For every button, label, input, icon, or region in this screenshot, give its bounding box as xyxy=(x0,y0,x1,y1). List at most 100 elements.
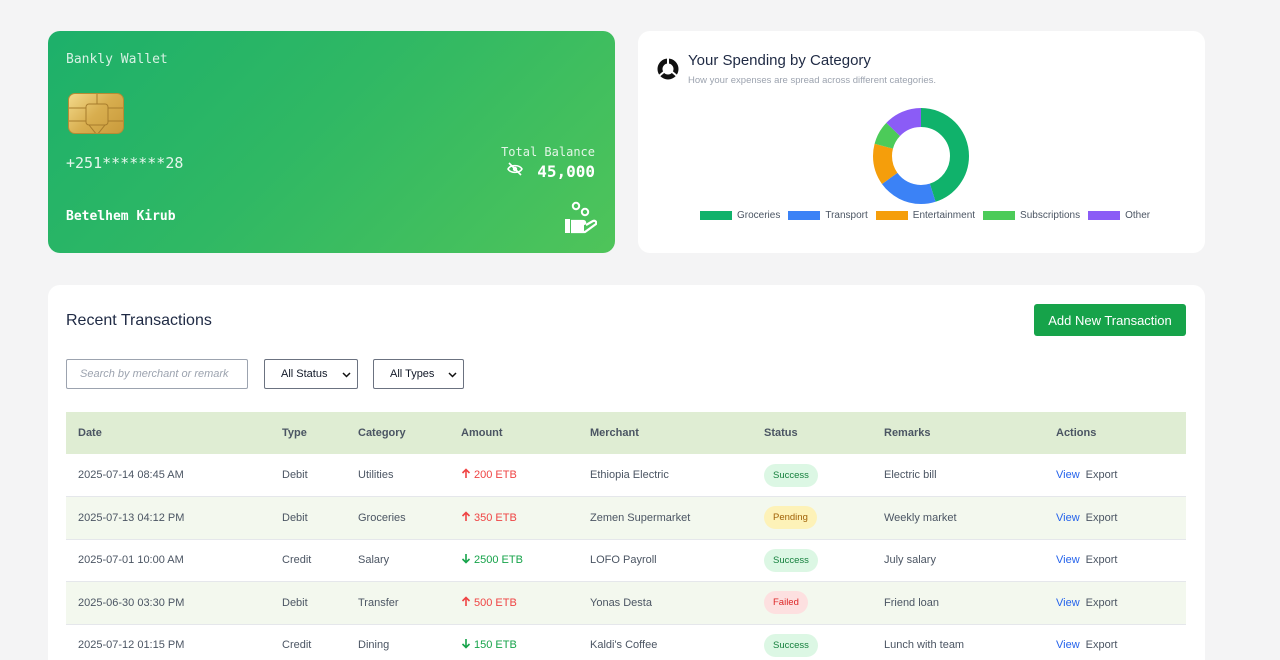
cell-date: 2025-07-12 01:15 PM xyxy=(78,639,185,652)
legend-swatch xyxy=(983,211,1016,220)
export-link[interactable]: Export xyxy=(1086,469,1118,481)
balance-value: 45,000 xyxy=(537,162,595,181)
table-header-row: Date Type Category Amount Merchant Statu… xyxy=(66,412,1186,454)
cell-category: Dining xyxy=(358,639,390,652)
cell-status: Success xyxy=(764,454,884,497)
cell-status: Pending xyxy=(764,497,884,540)
legend-swatch xyxy=(1088,211,1121,220)
eye-off-icon[interactable] xyxy=(507,162,524,181)
cell-type: Debit xyxy=(282,511,308,524)
column-header-actions: Actions xyxy=(1056,427,1097,439)
card-chip-icon xyxy=(68,93,124,134)
transactions-panel: Recent Transactions Add New Transaction … xyxy=(48,285,1205,660)
export-link[interactable]: Export xyxy=(1086,512,1118,524)
view-link[interactable]: View xyxy=(1056,512,1080,524)
arrow-down-icon xyxy=(461,638,471,652)
cell-category: Transfer xyxy=(358,596,399,609)
legend-swatch xyxy=(788,211,821,220)
spending-title: Your Spending by Category xyxy=(688,52,871,69)
arrow-up-icon xyxy=(461,596,471,610)
status-badge: Success xyxy=(764,548,818,572)
type-filter-select[interactable]: All Types xyxy=(373,359,464,389)
cell-status: Success xyxy=(764,539,884,582)
table-row: 2025-07-13 04:12 PM Debit Groceries 350 ETB… xyxy=(66,496,1186,540)
cell-amount: 200 ETB xyxy=(461,454,590,497)
legend-label: Subscriptions xyxy=(1020,210,1081,221)
legend-item-subscriptions[interactable]: Subscriptions xyxy=(983,210,1080,221)
cell-date: 2025-07-01 10:00 AM xyxy=(78,554,184,567)
card-holder-name: Betelhem Kirub xyxy=(66,209,176,224)
cell-actions: View Export xyxy=(1056,624,1186,660)
arrow-down-icon xyxy=(461,553,471,567)
spending-card: Your Spending by Category How your expen… xyxy=(638,31,1205,253)
cell-amount: 150 ETB xyxy=(461,624,590,660)
cell-type: Debit xyxy=(282,469,308,481)
chart-legend: Groceries Transport Entertainment Subscript… xyxy=(700,210,1158,221)
amount: 350 ETB xyxy=(461,511,517,525)
cell-remarks: July salary xyxy=(884,554,936,567)
amount-value: 500 ETB xyxy=(474,596,517,609)
arrow-up-icon xyxy=(461,468,471,482)
cell-date: 2025-07-13 04:12 PM xyxy=(78,511,185,524)
legend-item-groceries[interactable]: Groceries xyxy=(700,210,780,221)
wallet-card: Bankly Wallet +251*******28 Betelhem Kir… xyxy=(48,31,615,253)
amount-value: 2500 ETB xyxy=(474,554,523,567)
add-transaction-button[interactable]: Add New Transaction xyxy=(1034,304,1186,336)
status-filter-select[interactable]: All Status xyxy=(264,359,358,389)
column-header-date[interactable]: Date xyxy=(66,412,282,454)
amount: 500 ETB xyxy=(461,596,517,610)
legend-swatch xyxy=(875,211,908,220)
cell-actions: View Export xyxy=(1056,539,1186,582)
chevron-down-icon xyxy=(342,370,351,382)
column-header-type[interactable]: Type xyxy=(282,412,358,454)
amount: 150 ETB xyxy=(461,638,517,652)
column-header-remarks[interactable]: Remarks xyxy=(884,412,1056,454)
amount-value: 350 ETB xyxy=(474,511,517,524)
view-link[interactable]: View xyxy=(1056,639,1080,651)
transactions-table: Date Type Category Amount Merchant Statu… xyxy=(66,412,1186,660)
view-link[interactable]: View xyxy=(1056,554,1080,566)
legend-label: Groceries xyxy=(737,210,781,221)
donut-chart-icon xyxy=(656,57,680,86)
cell-remarks: Friend loan xyxy=(884,596,940,609)
cell-amount: 500 ETB xyxy=(461,582,590,625)
column-header-status[interactable]: Status xyxy=(764,412,884,454)
export-link[interactable]: Export xyxy=(1086,639,1118,651)
cell-status: Success xyxy=(764,624,884,660)
amount-value: 150 ETB xyxy=(474,639,517,652)
legend-label: Transport xyxy=(825,210,868,221)
chevron-down-icon xyxy=(448,370,457,382)
search-input[interactable] xyxy=(66,359,248,389)
legend-item-other[interactable]: Other xyxy=(1088,210,1150,221)
cell-category: Utilities xyxy=(358,469,394,481)
balance-label: Total Balance xyxy=(501,145,595,159)
legend-label: Other xyxy=(1125,210,1151,221)
table-row: 2025-06-30 03:30 PM Debit Transfer 500 ETB Y… xyxy=(66,581,1186,625)
transactions-title: Recent Transactions xyxy=(66,312,212,329)
cell-merchant: Ethiopia Electric xyxy=(590,469,669,481)
cell-category: Salary xyxy=(358,554,390,567)
legend-item-transport[interactable]: Transport xyxy=(788,210,868,221)
hand-coins-icon[interactable] xyxy=(563,201,598,240)
export-link[interactable]: Export xyxy=(1086,554,1118,566)
view-link[interactable]: View xyxy=(1056,597,1080,609)
cell-actions: View Export xyxy=(1056,454,1186,497)
table-row: 2025-07-12 01:15 PM Credit Dining 150 ETB Ka… xyxy=(66,624,1186,660)
cell-category: Groceries xyxy=(358,511,406,524)
table-row: 2025-07-01 10:00 AM Credit Salary 2500 ETB L… xyxy=(66,539,1186,582)
amount: 200 ETB xyxy=(461,468,517,482)
column-header-merchant[interactable]: Merchant xyxy=(590,412,764,454)
legend-item-entertainment[interactable]: Entertainment xyxy=(875,210,975,221)
view-link[interactable]: View xyxy=(1056,469,1080,481)
cell-merchant: LOFO Payroll xyxy=(590,554,657,567)
table-row: 2025-07-14 08:45 AM Debit Utilities 200 ETB… xyxy=(66,454,1186,497)
cell-remarks: Electric bill xyxy=(884,469,937,481)
status-badge: Failed xyxy=(764,591,808,615)
wallet-phone: +251*******28 xyxy=(66,154,184,172)
cell-amount: 350 ETB xyxy=(461,497,590,540)
column-header-amount[interactable]: Amount xyxy=(461,412,590,454)
arrow-up-icon xyxy=(461,511,471,525)
export-link[interactable]: Export xyxy=(1086,597,1118,609)
column-header-category[interactable]: Category xyxy=(358,412,461,454)
type-filter-value: All Types xyxy=(390,368,435,380)
